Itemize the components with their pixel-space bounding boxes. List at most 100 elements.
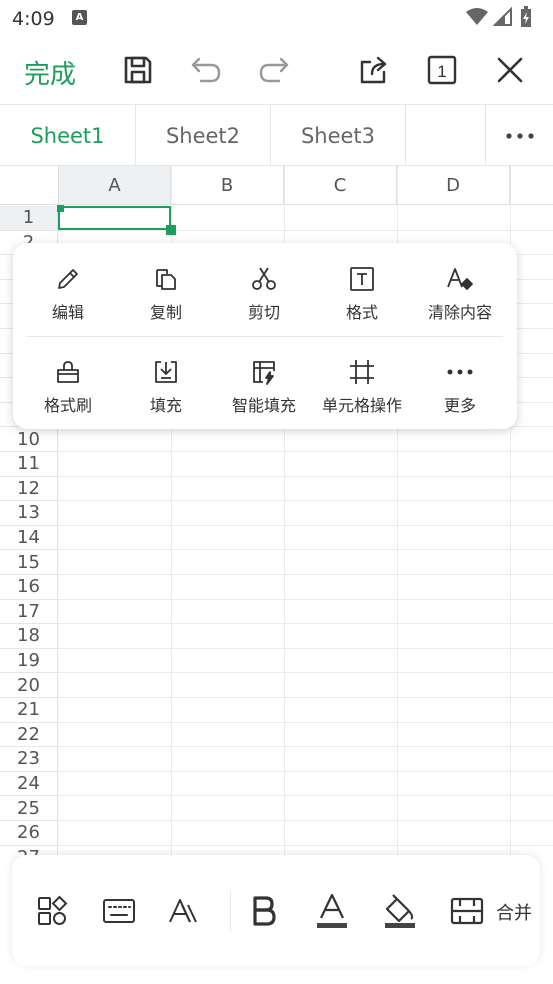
grid-line (58, 647, 553, 649)
grid-line (58, 598, 553, 600)
row-header[interactable]: 26 (0, 821, 58, 846)
save-icon[interactable] (120, 52, 156, 88)
row-header[interactable]: 11 (0, 452, 58, 477)
more-icon (446, 358, 474, 386)
more-tabs-button[interactable] (485, 105, 553, 166)
row-header[interactable]: 19 (0, 648, 58, 674)
cell-operation-button[interactable]: 单元格操作 (313, 336, 411, 429)
smart-fill-label: 智能填充 (231, 396, 296, 415)
done-button[interactable]: 完成 (24, 54, 76, 91)
cut-button[interactable]: 剪切 (215, 243, 313, 336)
smart-fill-button[interactable]: 智能填充 (215, 336, 313, 429)
grid-line (58, 672, 553, 674)
redo-icon[interactable] (256, 52, 292, 88)
tab-sheet1[interactable]: Sheet1 (0, 105, 136, 166)
clear-content-label: 清除内容 (427, 303, 492, 322)
edit-icon (54, 265, 82, 293)
more-button[interactable]: 更多 (411, 336, 509, 429)
row-header[interactable]: 20 (0, 673, 58, 698)
row-header[interactable]: 10 (0, 427, 58, 452)
column-header-b[interactable]: B (171, 166, 284, 205)
font-style-icon[interactable] (168, 893, 204, 929)
grid-line (58, 451, 553, 452)
tab-sheet3[interactable]: Sheet3 (271, 105, 406, 166)
grid-line (58, 524, 553, 526)
selected-cell-a1[interactable] (58, 206, 171, 230)
more-label: 更多 (443, 396, 476, 415)
merge-label[interactable]: 合并 (496, 899, 532, 925)
row-header[interactable]: 18 (0, 624, 58, 649)
row-header[interactable]: 1 (0, 206, 58, 231)
context-menu-row-1: 编辑 复制 剪切 格式 清除内容 (13, 243, 517, 336)
grid-line (58, 549, 553, 551)
undo-icon[interactable] (188, 52, 224, 88)
notification-icon: A (72, 10, 87, 25)
row-header[interactable]: 23 (0, 747, 58, 772)
cut-label: 剪切 (247, 303, 280, 322)
format-painter-icon (54, 358, 82, 386)
row-header[interactable]: 15 (0, 550, 58, 575)
row-header[interactable]: 16 (0, 575, 58, 600)
column-header-e[interactable] (510, 166, 553, 205)
format-button[interactable]: 格式 (313, 243, 411, 336)
merge-cells-icon[interactable] (449, 893, 485, 929)
cell-operation-icon (348, 358, 376, 386)
format-icon (348, 265, 376, 293)
battery-icon (521, 6, 531, 27)
row-header[interactable]: 21 (0, 698, 58, 723)
grid-line (58, 770, 553, 772)
page-count-text: 1 (437, 62, 446, 81)
wifi-icon (466, 8, 488, 25)
row-header[interactable]: 17 (0, 599, 58, 625)
edit-button[interactable]: 编辑 (19, 243, 117, 336)
grid-line (58, 844, 553, 846)
font-color-icon[interactable] (314, 893, 350, 929)
corner-cell[interactable] (0, 166, 59, 205)
more-horizontal-icon (505, 132, 534, 139)
apps-icon[interactable] (34, 893, 70, 929)
row-header[interactable]: 12 (0, 476, 58, 502)
grid-line (58, 697, 553, 698)
cell-operation-label: 单元格操作 (321, 396, 402, 415)
top-toolbar: 完成 1 (0, 38, 553, 104)
context-menu-row-2: 格式刷 填充 智能填充 单元格操作 更多 (13, 336, 517, 429)
signal-icon (493, 7, 512, 26)
column-header-c[interactable]: C (284, 166, 397, 205)
row-header[interactable]: 14 (0, 525, 58, 551)
bottom-toolbar: 合并 (12, 855, 540, 966)
row-header[interactable]: 22 (0, 722, 58, 748)
clear-content-button[interactable]: 清除内容 (411, 243, 509, 336)
selection-handle-bottom-right[interactable] (166, 225, 176, 235)
keyboard-icon[interactable] (101, 893, 137, 929)
format-label: 格式 (345, 303, 378, 322)
row-header[interactable]: 24 (0, 771, 58, 797)
grid-line (58, 500, 553, 502)
fill-icon (152, 358, 180, 386)
smart-fill-icon (250, 358, 278, 386)
page-count-icon[interactable]: 1 (424, 52, 460, 88)
fill-button[interactable]: 填充 (117, 336, 215, 429)
bold-icon[interactable] (246, 893, 282, 929)
fill-color-icon[interactable] (382, 893, 418, 929)
column-header-d[interactable]: D (397, 166, 510, 205)
clear-content-icon (446, 265, 474, 293)
close-icon[interactable] (492, 52, 528, 88)
format-painter-button[interactable]: 格式刷 (19, 336, 117, 429)
status-time: 4:09 (12, 8, 55, 30)
status-bar: 4:09 A (0, 0, 553, 38)
selection-handle-top-left[interactable] (57, 205, 64, 212)
grid-line (58, 623, 553, 625)
sheet-tabs: Sheet1 Sheet2 Sheet3 (0, 104, 553, 166)
column-header-a[interactable]: A (59, 166, 171, 205)
share-icon[interactable] (356, 52, 392, 88)
row-header[interactable]: 13 (0, 501, 58, 526)
fill-label: 填充 (149, 396, 182, 415)
grid-line (58, 574, 553, 575)
system-icons (465, 6, 533, 28)
grid-line (58, 721, 553, 723)
copy-label: 复制 (149, 303, 182, 322)
scissors-icon (250, 265, 278, 293)
row-header[interactable]: 25 (0, 796, 58, 821)
tab-sheet2[interactable]: Sheet2 (136, 105, 271, 166)
copy-button[interactable]: 复制 (117, 243, 215, 336)
